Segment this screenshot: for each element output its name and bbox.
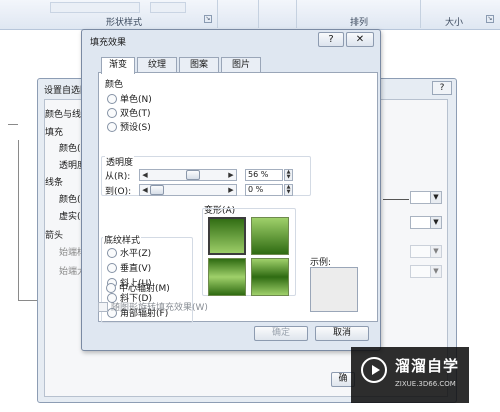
transparency-from-spinner[interactable]: ▲ ▼	[284, 169, 293, 181]
arrow-right-icon[interactable]: ▶	[226, 170, 236, 180]
line-style-dropdown[interactable]: ▼	[410, 191, 442, 204]
gradient-variant-4[interactable]	[251, 258, 289, 296]
ribbon-group-arrange: 排列	[350, 18, 369, 28]
nav-fill-color[interactable]: 颜色(	[59, 141, 81, 154]
transparency-to-value[interactable]: 0 %	[245, 184, 283, 196]
arrow-right-icon[interactable]: ▶	[226, 185, 236, 195]
ribbon-divider	[217, 0, 218, 28]
gradient-variant-1[interactable]	[208, 217, 246, 255]
transparency-from-value[interactable]: 56 %	[245, 169, 283, 181]
radio-button[interactable]	[107, 107, 117, 118]
sample-preview	[310, 267, 358, 312]
variants-grid	[207, 217, 293, 297]
fill-effects-dialog: 填充效果 ? ✕ 渐变 纹理 图案 图片 颜色 单色(N) 双色(T) 预设(S…	[81, 29, 381, 351]
tab-picture[interactable]: 图片	[221, 57, 261, 73]
end-style-dropdown[interactable]: ▼	[410, 245, 442, 258]
ribbon-divider	[296, 0, 297, 28]
colors-section-label: 颜色	[105, 80, 124, 90]
transparency-to-spinner[interactable]: ▲ ▼	[284, 184, 293, 196]
arrow-left-icon[interactable]: ◀	[140, 170, 150, 180]
nav-line-heading: 线条	[45, 178, 64, 188]
transparency-to-label: 到(O):	[105, 187, 132, 197]
shape-style-gallery[interactable]	[50, 2, 140, 13]
document-edge-line	[18, 140, 19, 300]
help-button[interactable]: ?	[318, 32, 344, 47]
nav-colors-lines[interactable]: 颜色与线	[45, 107, 81, 120]
tab-gradient[interactable]: 渐变	[101, 57, 135, 74]
cancel-button[interactable]: 取消	[315, 326, 369, 341]
chevron-down-icon: ▼	[430, 266, 441, 277]
transparency-from-label: 从(R):	[105, 172, 131, 182]
shading-styles-label: 底纹样式	[103, 233, 142, 246]
rotate-with-shape-checkbox[interactable]: 随图形旋转填充效果(W)	[98, 300, 208, 313]
size-launcher-icon[interactable]: ↘	[486, 15, 494, 23]
radio-two-colors[interactable]: 双色(T)	[107, 106, 151, 119]
help-icon: ?	[439, 83, 445, 93]
line-weight-dropdown[interactable]: ▼	[410, 216, 442, 229]
help-button[interactable]: ?	[432, 81, 452, 95]
play-logo-icon	[361, 357, 387, 383]
tab-pattern[interactable]: 图案	[179, 57, 219, 73]
radio-horizontal[interactable]: 水平(Z)	[107, 246, 151, 259]
tab-texture[interactable]: 纹理	[137, 57, 177, 73]
gradient-variant-2[interactable]	[251, 217, 289, 255]
fill-effects-title: 填充效果	[90, 38, 127, 48]
arrow-left-icon[interactable]: ◀	[140, 185, 150, 195]
transparency-from-slider[interactable]: ◀ ▶	[139, 169, 237, 181]
ok-button[interactable]: 确定	[254, 326, 308, 341]
nav-arrows-heading: 箭头	[45, 231, 64, 241]
shape-styles-launcher-icon[interactable]: ↘	[204, 15, 212, 23]
watermark: 溜溜自学 ZIXUE.3D66.COM	[351, 347, 469, 403]
gradient-variant-3[interactable]	[208, 258, 246, 296]
ribbon-group-shape-styles: 形状样式	[106, 18, 143, 28]
nav-line-dash[interactable]: 虚实(	[59, 209, 81, 222]
radio-vertical[interactable]: 垂直(V)	[107, 261, 151, 274]
radio-button[interactable]	[107, 121, 117, 132]
transparency-section-label: 透明度	[105, 155, 135, 168]
close-icon: ✕	[355, 34, 365, 45]
spin-down-icon[interactable]: ▼	[285, 175, 292, 180]
line-style-preview	[383, 199, 409, 200]
chevron-down-icon: ▼	[430, 192, 441, 203]
transparency-to-slider[interactable]: ◀ ▶	[139, 184, 237, 196]
watermark-title: 溜溜自学	[395, 357, 460, 375]
nav-line-color[interactable]: 颜色(	[59, 192, 81, 205]
checkbox-box[interactable]	[98, 301, 108, 312]
radio-button[interactable]	[106, 282, 116, 293]
ribbon-divider	[420, 0, 421, 28]
radio-button[interactable]	[107, 247, 117, 258]
slider-thumb[interactable]	[150, 185, 164, 195]
ribbon-divider	[258, 0, 259, 28]
chevron-down-icon: ▼	[430, 246, 441, 257]
ribbon-group-size: 大小	[445, 18, 464, 28]
radio-one-color[interactable]: 单色(N)	[107, 92, 152, 105]
radio-button[interactable]	[107, 262, 117, 273]
chevron-down-icon: ▼	[430, 217, 441, 228]
end-size-dropdown[interactable]: ▼	[410, 265, 442, 278]
document-edge-line	[18, 300, 38, 301]
close-button[interactable]: ✕	[346, 32, 374, 47]
radio-from-center[interactable]: 中心辐射(M)	[106, 281, 170, 294]
spin-down-icon[interactable]: ▼	[285, 190, 292, 195]
shape-effects-button[interactable]	[150, 2, 186, 13]
radio-preset[interactable]: 预设(S)	[107, 120, 151, 133]
nav-fill-heading: 填充	[45, 128, 64, 138]
document-edge-line	[8, 124, 18, 125]
help-icon: ?	[328, 34, 334, 45]
ribbon: 形状样式 ↘ 排列 大小 ↘	[0, 0, 500, 30]
watermark-url: ZIXUE.3D66.COM	[395, 380, 456, 388]
slider-thumb[interactable]	[186, 170, 200, 180]
radio-button[interactable]	[107, 93, 117, 104]
